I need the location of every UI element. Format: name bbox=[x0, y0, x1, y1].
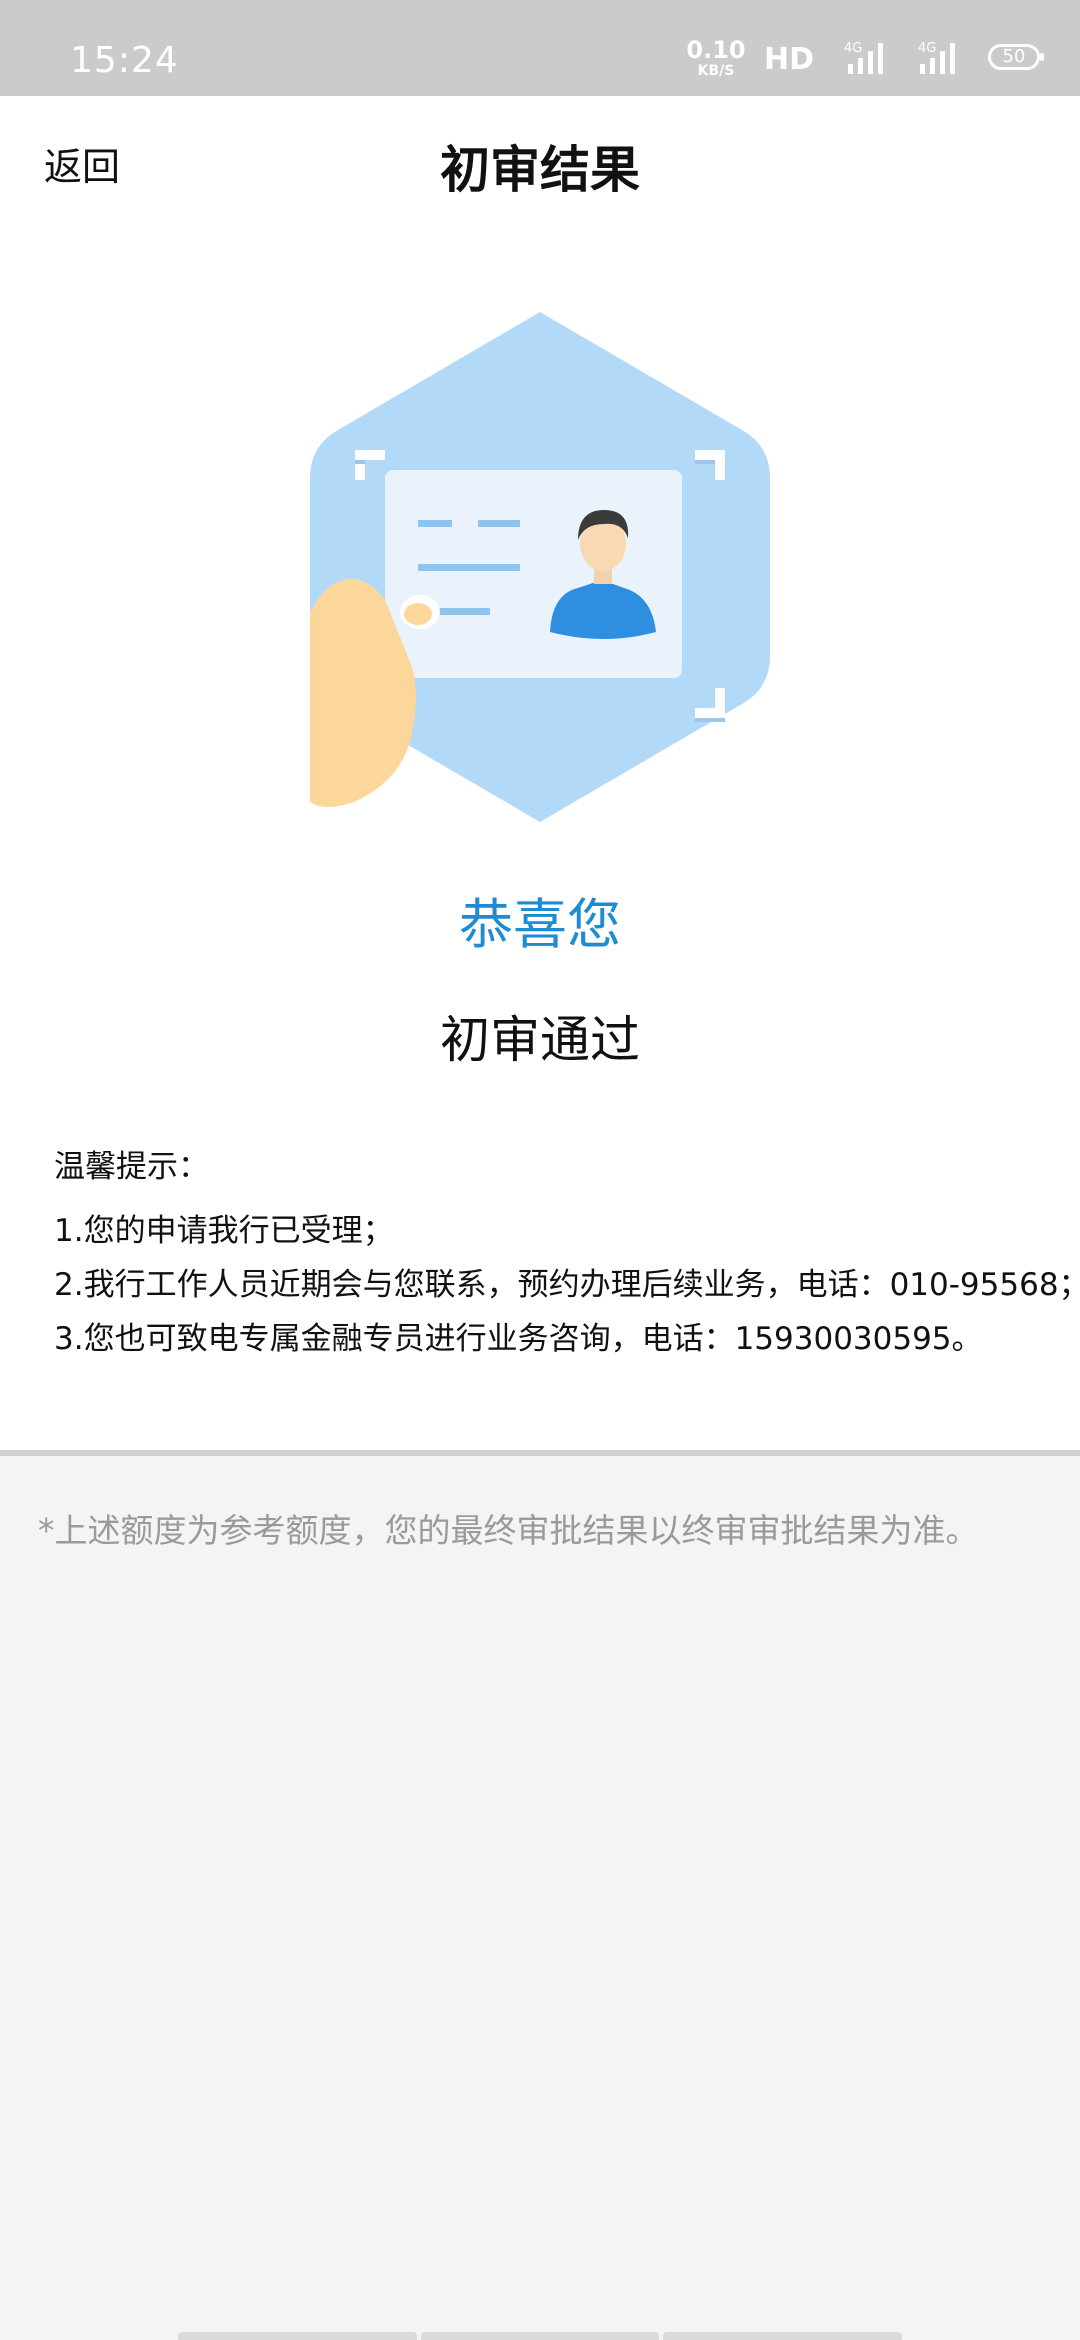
network-speed-unit: KB/S bbox=[697, 63, 735, 79]
signal-4g-icon-1: 4G bbox=[844, 41, 883, 74]
id-card bbox=[385, 470, 682, 678]
result-panel: 返回 初审结果 恭喜您 初审通过 温馨提示： 1.您的申请我行已受理； 2.我行… bbox=[0, 96, 1080, 1450]
tip-item: 2.我行工作人员近期会与您联系，预约办理后续业务，电话：010-95568； bbox=[54, 1267, 1080, 1303]
status-time: 15:24 bbox=[70, 40, 179, 81]
signal-4g-icon-2: 4G bbox=[918, 41, 955, 74]
id-card-illustration bbox=[310, 312, 770, 822]
tips-section: 温馨提示： 1.您的申请我行已受理； 2.我行工作人员近期会与您联系，预约办理后… bbox=[54, 1140, 1080, 1366]
hd-icon: HD bbox=[764, 42, 815, 77]
page-title: 初审结果 bbox=[440, 141, 640, 199]
network-speed-value: 0.10 bbox=[686, 36, 746, 64]
tips-heading: 温馨提示： bbox=[54, 1149, 209, 1185]
footer-section: *上述额度为参考额度，您的最终审批结果以终审审批结果为准。 bbox=[0, 1456, 1080, 2340]
congrats-text: 恭喜您 bbox=[459, 893, 621, 956]
signal-4g-label-1: 4G bbox=[844, 41, 862, 56]
status-bar: 15:24 0.10 KB/S HD 4G 4G 50 bbox=[0, 0, 1080, 96]
disclaimer-text: *上述额度为参考额度，您的最终审批结果以终审审批结果为准。 bbox=[38, 1511, 979, 1550]
tip-item: 3.您也可致电专属金融专员进行业务咨询，电话：15930030595。 bbox=[54, 1321, 983, 1357]
home-indicator[interactable] bbox=[178, 2332, 903, 2340]
result-status: 初审通过 bbox=[440, 1011, 640, 1069]
network-speed: 0.10 KB/S bbox=[686, 38, 746, 78]
battery-icon: 50 bbox=[988, 44, 1044, 70]
signal-4g-label-2: 4G bbox=[918, 41, 936, 56]
tip-item: 1.您的申请我行已受理； bbox=[54, 1213, 394, 1249]
